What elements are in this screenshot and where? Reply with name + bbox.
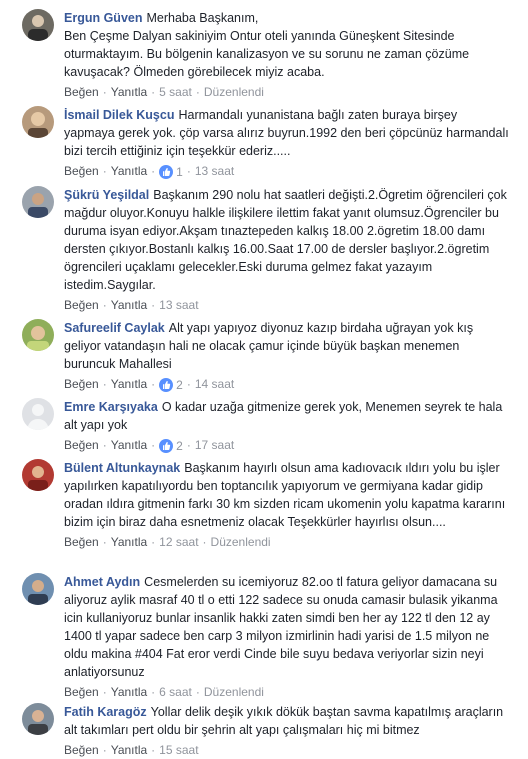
reply-button[interactable]: Yanıtla [111, 685, 147, 699]
like-count: 2 [176, 377, 183, 392]
comment-author[interactable]: İsmail Dilek Kuşcu [64, 108, 174, 122]
thumbs-up-icon [159, 438, 174, 453]
like-count-badge[interactable]: 1 [159, 164, 183, 180]
comment-author[interactable]: Emre Karşıyaka [64, 400, 158, 414]
comment-body: Safureelif Caylak Alt yapı yapıyoz diyonu… [64, 319, 510, 373]
comment-body: İsmail Dilek Kuşcu Harmandalı yunanistana… [64, 106, 510, 160]
comment-time[interactable]: 14 saat [195, 377, 234, 391]
avatar[interactable] [22, 703, 54, 735]
edited-label[interactable]: Düzenlendi [211, 535, 271, 549]
comment-author[interactable]: Ergun Güven [64, 11, 142, 25]
reply-button[interactable]: Yanıtla [111, 377, 147, 391]
comment-actions: Beğen · Yanıtla · 13 saat [64, 297, 510, 313]
separator: · [195, 85, 200, 99]
separator: · [186, 438, 191, 452]
comment-actions: Beğen · Yanıtla · 1 · 13 saat [64, 163, 510, 180]
comment-body: Bülent Altunkaynak Başkanım hayırlı olsun… [64, 459, 510, 531]
separator: · [102, 298, 107, 312]
reply-button[interactable]: Yanıtla [111, 164, 147, 178]
separator: · [186, 164, 191, 178]
like-button[interactable]: Beğen [64, 85, 99, 99]
comment-actions: Beğen · Yanıtla · 12 saat · Düzenlendi [64, 534, 510, 550]
comment-actions: Beğen · Yanıtla · 2 · 14 saat [64, 376, 510, 393]
edited-label[interactable]: Düzenlendi [204, 685, 264, 699]
comment-actions: Beğen · Yanıtla · 2 · 17 saat [64, 437, 510, 454]
reply-button[interactable]: Yanıtla [111, 438, 147, 452]
separator: · [151, 85, 156, 99]
avatar[interactable] [22, 319, 54, 351]
edited-label[interactable]: Düzenlendi [204, 85, 264, 99]
separator: · [102, 164, 107, 178]
comment-actions: Beğen · Yanıtla · 15 saat [64, 742, 510, 758]
like-button[interactable]: Beğen [64, 743, 99, 757]
comment-body: Emre Karşıyaka O kadar uzağa gitmenize ge… [64, 398, 510, 434]
separator: · [102, 743, 107, 757]
like-button[interactable]: Beğen [64, 298, 99, 312]
like-count-badge[interactable]: 2 [159, 438, 183, 454]
comment-time[interactable]: 13 saat [195, 164, 234, 178]
reply-button[interactable]: Yanıtla [111, 535, 147, 549]
comment-body: Şükrü Yeşildal Başkanım 290 nolu hat saat… [64, 186, 510, 294]
comment-author[interactable]: Safureelif Caylak [64, 321, 165, 335]
separator: · [102, 438, 107, 452]
separator: · [151, 743, 156, 757]
comment-time[interactable]: 15 saat [159, 743, 198, 757]
comment-text: Cesmelerden su icemiyoruz 82.oo tl fatur… [64, 575, 498, 679]
separator: · [151, 164, 156, 178]
avatar[interactable] [22, 573, 54, 605]
separator: · [102, 685, 107, 699]
comment-time[interactable]: 6 saat [159, 685, 192, 699]
comment-body: Ergun Güven Merhaba Başkanım, Ben Çeşme D… [64, 9, 510, 81]
reply-button[interactable]: Yanıtla [111, 298, 147, 312]
separator: · [102, 535, 107, 549]
comment-body: Ahmet Aydın Cesmelerden su icemiyoruz 82.… [64, 573, 510, 681]
avatar[interactable] [22, 398, 54, 430]
like-button[interactable]: Beğen [64, 164, 99, 178]
reply-button[interactable]: Yanıtla [111, 743, 147, 757]
like-button[interactable]: Beğen [64, 438, 99, 452]
reply-button[interactable]: Yanıtla [111, 85, 147, 99]
avatar[interactable] [22, 106, 54, 138]
comment-actions: Beğen · Yanıtla · 6 saat · Düzenlendi [64, 684, 510, 700]
comment-actions: Beğen · Yanıtla · 5 saat · Düzenlendi [64, 84, 510, 100]
like-button[interactable]: Beğen [64, 685, 99, 699]
comment-author[interactable]: Fatih Karagöz [64, 705, 147, 719]
comment-time[interactable]: 5 saat [159, 85, 192, 99]
separator: · [151, 438, 156, 452]
comment-author[interactable]: Şükrü Yeşildal [64, 188, 149, 202]
like-button[interactable]: Beğen [64, 535, 99, 549]
thumbs-up-icon [159, 377, 174, 392]
separator: · [151, 685, 156, 699]
comment-time[interactable]: 17 saat [195, 438, 234, 452]
separator: · [102, 85, 107, 99]
like-count-badge[interactable]: 2 [159, 377, 183, 393]
comment-time[interactable]: 12 saat [159, 535, 198, 549]
separator: · [202, 535, 207, 549]
separator: · [102, 377, 107, 391]
thumbs-up-icon [159, 164, 174, 179]
separator: · [186, 377, 191, 391]
comment-author[interactable]: Bülent Altunkaynak [64, 461, 180, 475]
comment-author[interactable]: Ahmet Aydın [64, 575, 140, 589]
comment-text: Başkanım 290 nolu hat saatleri değişti.2… [64, 188, 507, 292]
avatar[interactable] [22, 9, 54, 41]
avatar[interactable] [22, 186, 54, 218]
separator: · [195, 685, 200, 699]
separator: · [151, 298, 156, 312]
separator: · [151, 535, 156, 549]
like-count: 2 [176, 438, 183, 453]
like-count: 1 [176, 164, 183, 179]
comment-time[interactable]: 13 saat [159, 298, 198, 312]
separator: · [151, 377, 156, 391]
comment-body: Fatih Karagöz Yollar delik deşik yıkık dö… [64, 703, 510, 739]
like-button[interactable]: Beğen [64, 377, 99, 391]
avatar[interactable] [22, 459, 54, 491]
